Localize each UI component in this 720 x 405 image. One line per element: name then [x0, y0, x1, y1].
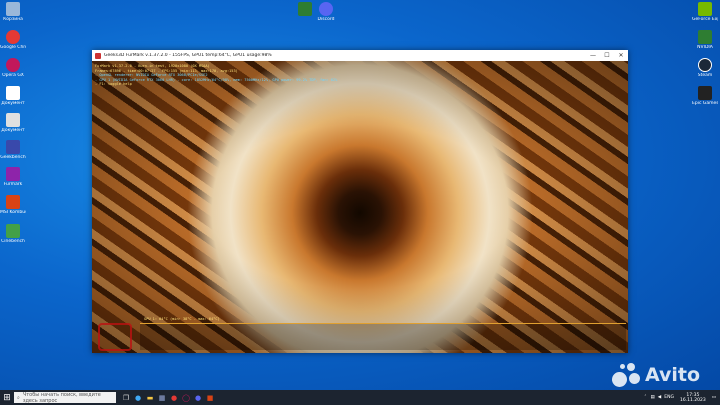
- close-button[interactable]: ✕: [614, 52, 628, 59]
- osd-line: - F1: toggle help: [95, 82, 132, 87]
- desktop: Корзина Google Chrome Opera GX Документ …: [0, 0, 720, 390]
- avito-watermark-text: Avito: [645, 364, 701, 386]
- furmark-window[interactable]: Geeks3D FurMark v.1.37.2.0 - 155FPS, GPU…: [92, 50, 628, 353]
- desktop-icon-chrome[interactable]: Google Chrome: [0, 30, 26, 50]
- file-explorer-icon[interactable]: ▬: [144, 390, 156, 405]
- window-titlebar[interactable]: Geeks3D FurMark v.1.37.2.0 - 155FPS, GPU…: [92, 50, 628, 61]
- volume-icon[interactable]: ◀: [658, 395, 661, 400]
- desktop-icon-recycle-bin[interactable]: Корзина: [0, 2, 26, 22]
- desktop-icon-epic[interactable]: Epic Games Launcher: [692, 86, 718, 106]
- desktop-icon-kombustor[interactable]: MSI Kombustor: [0, 195, 26, 215]
- document-icon: [6, 86, 20, 100]
- clock[interactable]: 17:35 16.11.2023: [680, 393, 706, 403]
- osd-overlay: FurMark v1.37.2.0 - Burn-in test, 1920x1…: [95, 64, 337, 87]
- search-icon: ⌕: [17, 394, 20, 401]
- discord-taskbar-icon[interactable]: ●: [192, 390, 204, 405]
- desktop-icon-nvidia[interactable]: NVIDIA: [692, 30, 718, 50]
- furmark-app-icon: [95, 52, 101, 59]
- chrome-icon: [6, 30, 20, 44]
- geforce-icon: [698, 2, 712, 16]
- avito-logo-icon: [612, 363, 642, 387]
- geekbench-icon: [6, 140, 20, 154]
- search-placeholder: Чтобы начать поиск, введите здесь запрос: [22, 391, 101, 404]
- clock-date: 16.11.2023: [679, 397, 706, 403]
- windows-logo-icon: ⊞: [3, 392, 11, 403]
- cinebench-icon: [6, 224, 20, 238]
- minimize-button[interactable]: —: [586, 52, 600, 59]
- discord-icon: [319, 2, 333, 16]
- furmark-render-view: FurMark v1.37.2.0 - Burn-in test, 1920x1…: [92, 61, 628, 353]
- avito-watermark: Avito: [612, 363, 700, 387]
- document-icon: [6, 113, 20, 127]
- recycle-bin-icon: [6, 2, 20, 16]
- system-tray: ˄ ▤ ◀ ENG 17:35 16.11.2023 ▭: [644, 393, 720, 403]
- notifications-icon[interactable]: ▭: [712, 395, 716, 400]
- network-icon[interactable]: ▤: [651, 395, 655, 400]
- steam-icon: [698, 58, 712, 72]
- taskbar-search[interactable]: ⌕ Чтобы начать поиск, введите здесь запр…: [14, 391, 116, 404]
- window-title: Geeks3D FurMark v.1.37.2.0 - 155FPS, GPU…: [104, 53, 272, 58]
- taskbar: ⊞ ⌕ Чтобы начать поиск, введите здесь за…: [0, 390, 720, 405]
- desktop-icon-discord[interactable]: Discord: [313, 2, 339, 22]
- furmark-logo: [98, 323, 132, 351]
- furmark-icon: [6, 167, 20, 181]
- app-icon: [298, 2, 312, 16]
- desktop-icon-geforce-experience[interactable]: GeForce Experience: [692, 2, 718, 22]
- temperature-graph: GPU 1: 64°C (min: 38°C - max: 64°C): [140, 317, 626, 350]
- edge-icon[interactable]: ●: [132, 390, 144, 405]
- render-vignette: [92, 61, 628, 353]
- maximize-button[interactable]: ☐: [600, 52, 614, 59]
- desktop-icon-geekbench[interactable]: Geekbench: [0, 140, 26, 160]
- start-button[interactable]: ⊞: [0, 390, 14, 405]
- kombustor-icon: [6, 195, 20, 209]
- desktop-icon-document-1[interactable]: Документ: [0, 86, 26, 106]
- opera-icon: [6, 58, 20, 72]
- epic-games-icon: [698, 86, 712, 100]
- desktop-icon-cinebench[interactable]: Cinebench: [0, 224, 26, 244]
- chevron-up-icon[interactable]: ˄: [644, 395, 646, 400]
- temperature-graph-label: GPU 1: 64°C (min: 38°C - max: 64°C): [144, 317, 220, 321]
- furmark-taskbar-icon[interactable]: ■: [204, 390, 216, 405]
- desktop-icon-steam[interactable]: Steam: [692, 58, 718, 78]
- store-icon[interactable]: ▦: [156, 390, 168, 405]
- opera-taskbar-icon[interactable]: ◯: [180, 390, 192, 405]
- chrome-taskbar-icon[interactable]: ●: [168, 390, 180, 405]
- language-indicator[interactable]: ENG: [664, 395, 674, 400]
- desktop-icon-document-2[interactable]: Документ: [0, 113, 26, 133]
- task-view-icon[interactable]: ❐: [120, 390, 132, 405]
- nvidia-icon: [698, 30, 712, 44]
- desktop-icon-opera[interactable]: Opera GX: [0, 58, 26, 78]
- desktop-icon-furmark[interactable]: Furmark: [0, 167, 26, 187]
